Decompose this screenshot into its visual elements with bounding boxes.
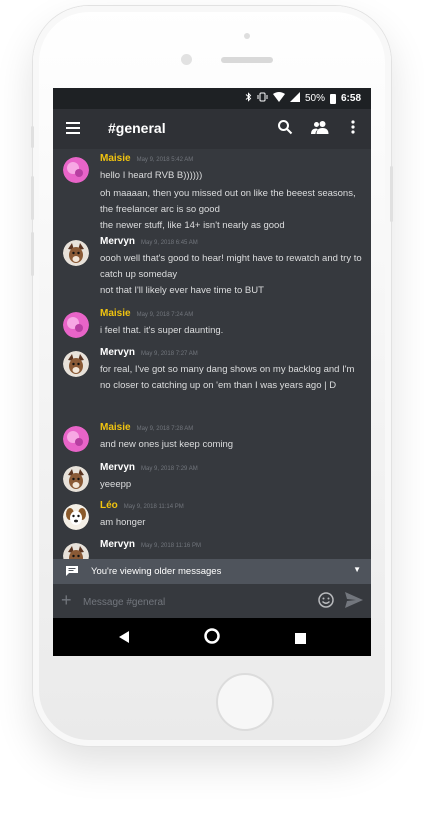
message-text: and new ones just keep coming [100, 439, 234, 450]
pink-avatar[interactable] [63, 426, 89, 452]
message-text: i feel that. it's super daunting. [100, 325, 224, 336]
back-icon[interactable] [118, 630, 130, 648]
wifi-icon [272, 92, 285, 105]
battery-icon [329, 93, 336, 104]
message-input[interactable] [81, 591, 313, 613]
front-camera [181, 54, 192, 65]
channel-header: #general [53, 109, 371, 149]
status-bar: 50% 6:58 [53, 88, 371, 109]
menu-icon[interactable] [66, 122, 80, 134]
dog-avatar[interactable] [63, 351, 89, 377]
android-nav-bar [53, 618, 371, 656]
home-icon[interactable] [204, 628, 220, 649]
dog-avatar[interactable] [63, 466, 89, 492]
dog-avatar[interactable] [63, 240, 89, 266]
battery-percent: 50% [304, 93, 325, 104]
mute-switch [31, 126, 34, 148]
message-text: oooh well that's good to hear! might hav… [100, 253, 362, 280]
timestamp: May 9, 2018 6:45 AM [141, 240, 198, 246]
chevron-down-icon[interactable]: ▼ [353, 565, 361, 574]
timestamp: May 9, 2018 11:14 PM [123, 504, 184, 510]
author-name[interactable]: Maisie May 9, 2018 5:42 AM [100, 153, 193, 164]
recents-icon[interactable] [295, 631, 306, 649]
timestamp: May 9, 2018 7:27 AM [141, 351, 198, 357]
author-name[interactable]: Mervyn May 9, 2018 7:27 AM [100, 347, 198, 358]
message-text: the newer stuff, like 14+ isn't nearly a… [100, 220, 285, 231]
message-text: not that I'll likely ever have time to B… [100, 285, 264, 296]
chat-bubble-icon [66, 566, 78, 576]
pink-avatar[interactable] [63, 157, 89, 183]
pink-avatar[interactable] [63, 312, 89, 338]
home-button[interactable] [216, 673, 274, 731]
timestamp: May 9, 2018 5:42 AM [136, 157, 194, 163]
vibrate-icon [257, 92, 268, 105]
author-name[interactable]: Maisie May 9, 2018 7:28 AM [100, 422, 193, 433]
message-text: oh maaaan, then you missed out on like t… [100, 188, 356, 215]
emoji-icon[interactable] [318, 592, 334, 608]
message-text: yeeepp [100, 479, 132, 490]
message-list[interactable]: Maisie May 9, 2018 5:42 AM hello I heard … [53, 149, 371, 561]
signal-icon [289, 92, 300, 105]
proximity-sensor [244, 33, 250, 39]
message-text: hello I heard RVB B)))))) [100, 170, 203, 181]
app-screen: 50% 6:58 #general Maisie May 9, 2018 5:42… [53, 88, 371, 656]
earpiece-speaker [221, 57, 273, 63]
volume-down-button [31, 232, 34, 276]
channel-title: #general [108, 120, 166, 136]
bluetooth-icon [245, 92, 252, 105]
author-name[interactable]: Mervyn May 9, 2018 6:45 AM [100, 236, 198, 247]
timestamp: May 9, 2018 7:24 AM [136, 312, 194, 318]
timestamp: May 9, 2018 11:16 PM [141, 543, 201, 549]
timestamp: May 9, 2018 7:28 AM [136, 426, 194, 432]
puppy-avatar[interactable] [63, 504, 89, 530]
author-name[interactable]: Mervyn May 9, 2018 7:29 AM [100, 462, 198, 473]
older-messages-bar[interactable]: You're viewing older messages ▼ [53, 559, 371, 584]
message-text: am honger [100, 517, 146, 528]
message-text: for real, I've got so many dang shows on… [100, 364, 355, 391]
author-name[interactable]: Mervyn May 9, 2018 11:16 PM [100, 539, 201, 550]
power-button [390, 166, 393, 222]
send-icon[interactable] [345, 592, 363, 608]
author-name[interactable]: Maisie May 9, 2018 7:24 AM [100, 308, 193, 319]
message-composer: + [53, 584, 371, 618]
timestamp: May 9, 2018 7:29 AM [141, 466, 198, 472]
clock: 6:58 [340, 93, 361, 104]
more-vert-icon[interactable] [351, 120, 355, 139]
add-attachment-icon[interactable]: + [61, 590, 72, 611]
search-icon[interactable] [277, 119, 293, 140]
volume-up-button [31, 176, 34, 220]
members-icon[interactable] [311, 120, 329, 139]
author-name[interactable]: Léo May 9, 2018 11:14 PM [100, 500, 184, 511]
older-messages-text: You're viewing older messages [91, 566, 222, 577]
